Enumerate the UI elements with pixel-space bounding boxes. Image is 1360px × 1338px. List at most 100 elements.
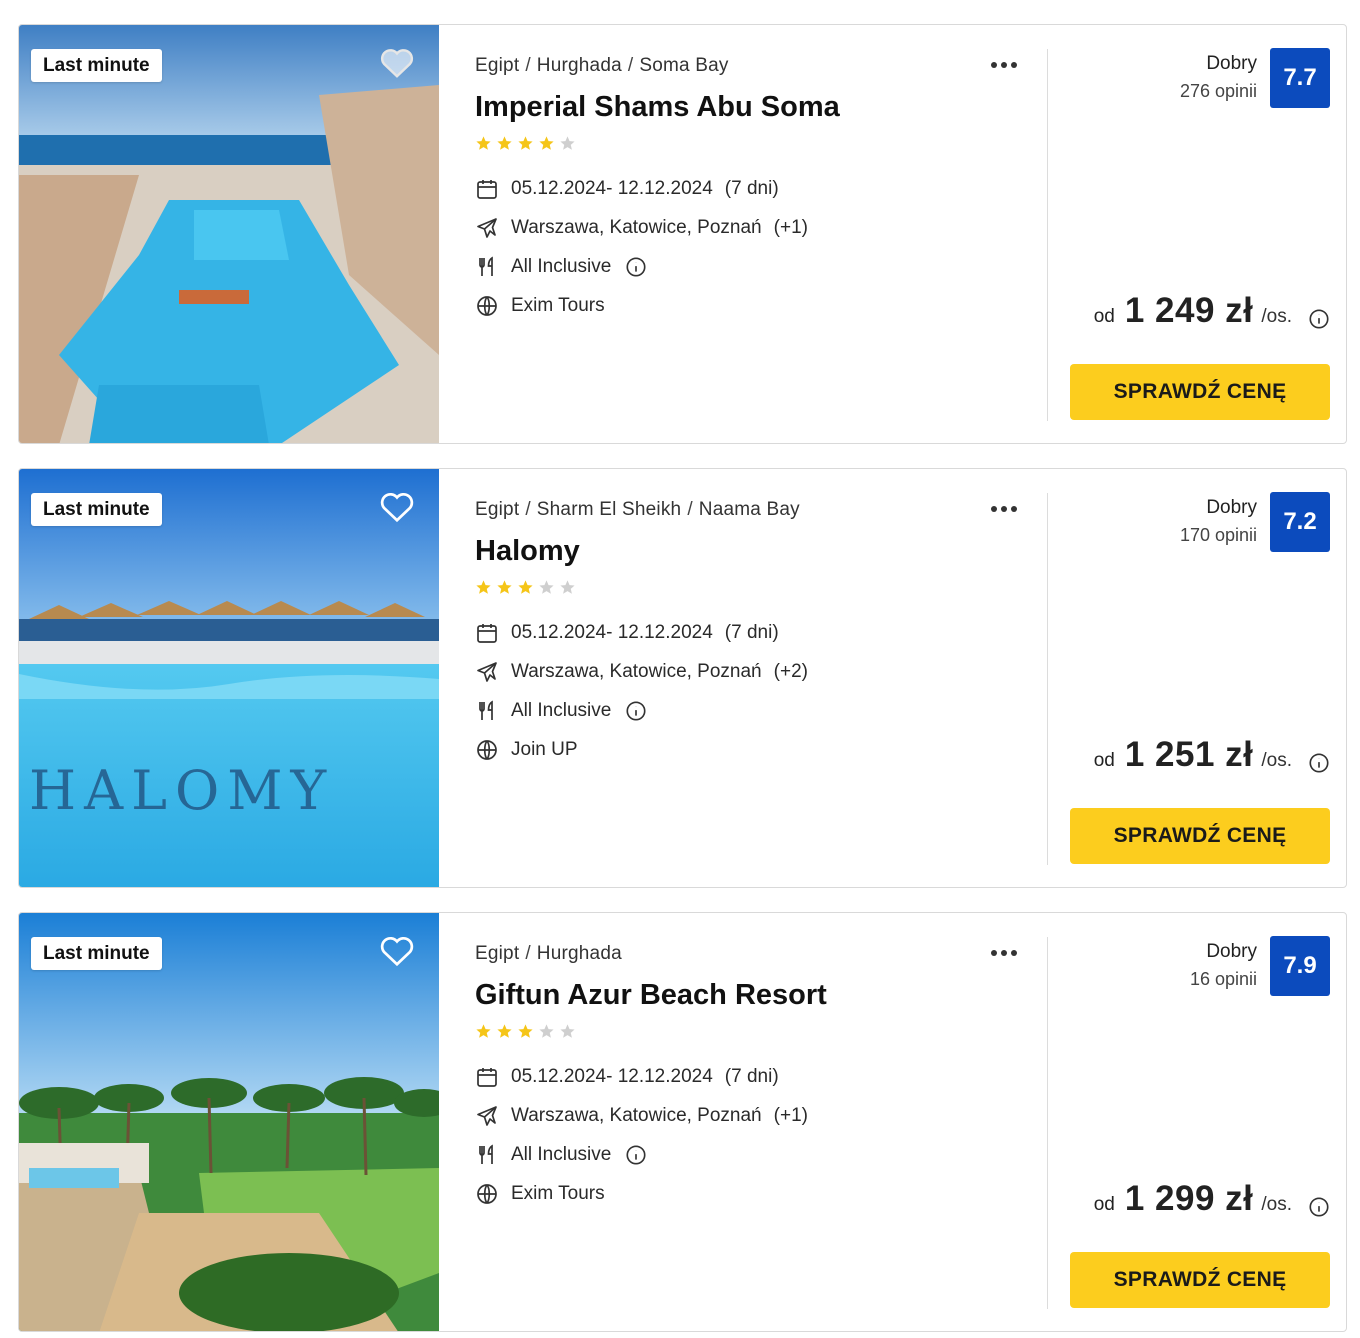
price-amount: 1 249 zł bbox=[1124, 291, 1254, 330]
breadcrumb-separator: / bbox=[627, 55, 634, 76]
favorite-heart-icon[interactable] bbox=[379, 489, 415, 523]
price-prefix: od bbox=[1093, 306, 1115, 327]
dates-text: 05.12.2024- 12.12.2024 bbox=[511, 1066, 713, 1087]
breadcrumb-country[interactable]: Egipt bbox=[475, 943, 519, 964]
offer-price-panel: Dobry 16 opinii 7.9 od 1 299 zł /os. SPR… bbox=[1049, 913, 1346, 1331]
hotel-photo[interactable]: HALOMY Last minute bbox=[19, 469, 439, 887]
divider bbox=[1047, 49, 1048, 421]
breadcrumb-area[interactable]: Naama Bay bbox=[699, 499, 800, 520]
offer-card[interactable]: Last minute Egipt / Hurghada / Soma Bay Impe… bbox=[18, 24, 1347, 444]
star-icon bbox=[517, 1023, 534, 1040]
more-dots-icon[interactable] bbox=[991, 943, 1021, 963]
globe-icon bbox=[475, 738, 499, 762]
hotel-name[interactable]: Halomy bbox=[475, 535, 580, 568]
hotel-photo[interactable]: Last minute bbox=[19, 913, 439, 1331]
price-unit: /os. bbox=[1261, 306, 1292, 327]
board-text: All Inclusive bbox=[511, 700, 612, 721]
breadcrumb-region[interactable]: Hurghada bbox=[537, 943, 622, 964]
info-icon[interactable] bbox=[625, 256, 647, 278]
divider bbox=[1047, 493, 1048, 865]
cutlery-icon bbox=[475, 699, 499, 723]
hotel-name[interactable]: Imperial Shams Abu Soma bbox=[475, 91, 840, 124]
breadcrumb-country[interactable]: Egipt bbox=[475, 55, 519, 76]
rating-count[interactable]: 170 opinii bbox=[1180, 525, 1257, 546]
operator-row: Exim Tours bbox=[475, 293, 605, 319]
star-icon bbox=[475, 1023, 492, 1040]
breadcrumb-separator: / bbox=[525, 55, 531, 76]
board-text: All Inclusive bbox=[511, 1144, 612, 1165]
duration-text: (7 dni) bbox=[724, 1066, 779, 1087]
departures-more[interactable]: (+2) bbox=[774, 661, 808, 683]
price: od 1 249 zł /os. bbox=[1094, 291, 1292, 331]
board-row: All Inclusive bbox=[475, 1142, 647, 1168]
breadcrumb-country[interactable]: Egipt bbox=[475, 499, 519, 520]
offer-card[interactable]: Last minute Egipt / Hurghada Giftun Azur B… bbox=[18, 912, 1347, 1332]
star-icon bbox=[538, 1023, 555, 1040]
price-amount: 1 299 zł bbox=[1124, 1179, 1254, 1218]
plane-icon bbox=[475, 216, 499, 240]
price-unit: /os. bbox=[1261, 750, 1292, 771]
price-info-icon[interactable] bbox=[1308, 308, 1330, 330]
star-icon bbox=[496, 135, 513, 152]
operator-row: Join UP bbox=[475, 737, 578, 763]
offer-info: Egipt / Hurghada Giftun Azur Beach Resort … bbox=[475, 913, 1045, 1331]
dates-row: 05.12.2024- 12.12.2024 (7 dni) bbox=[475, 1064, 779, 1090]
check-price-button[interactable]: SPRAWDŹ CENĘ bbox=[1070, 364, 1330, 420]
departures-more[interactable]: (+1) bbox=[774, 1105, 808, 1127]
star-icon bbox=[475, 135, 492, 152]
favorite-heart-icon[interactable] bbox=[379, 45, 415, 79]
more-dots-icon[interactable] bbox=[991, 55, 1021, 75]
check-price-button[interactable]: SPRAWDŹ CENĘ bbox=[1070, 808, 1330, 864]
departures-text: Warszawa, Katowice, Poznań bbox=[511, 661, 762, 682]
price-prefix: od bbox=[1093, 750, 1115, 771]
star-icon bbox=[538, 135, 555, 152]
price-unit: /os. bbox=[1261, 1194, 1292, 1215]
operator-row: Exim Tours bbox=[475, 1181, 605, 1207]
info-icon[interactable] bbox=[625, 1144, 647, 1166]
offer-card[interactable]: HALOMY Last minute Egipt / Sharm El Sheikh… bbox=[18, 468, 1347, 888]
hotel-photo[interactable]: Last minute bbox=[19, 25, 439, 443]
breadcrumb-separator: / bbox=[687, 499, 693, 520]
rating-count[interactable]: 16 opinii bbox=[1190, 969, 1257, 990]
plane-icon bbox=[475, 1104, 499, 1128]
price-info-icon[interactable] bbox=[1308, 752, 1330, 774]
board-row: All Inclusive bbox=[475, 254, 647, 280]
breadcrumb-area[interactable]: Soma Bay bbox=[639, 55, 728, 76]
favorite-heart-icon[interactable] bbox=[379, 933, 415, 967]
price-info-icon[interactable] bbox=[1308, 1196, 1330, 1218]
departures-row: Warszawa, Katowice, Poznań (+1) bbox=[475, 1103, 808, 1129]
last-minute-badge: Last minute bbox=[31, 937, 162, 970]
offer-info: Egipt / Hurghada / Soma Bay Imperial Shams A… bbox=[475, 25, 1045, 443]
hotel-name[interactable]: Giftun Azur Beach Resort bbox=[475, 979, 827, 1012]
operator-text: Exim Tours bbox=[511, 1183, 605, 1204]
rating-score: 7.2 bbox=[1270, 492, 1330, 552]
rating-score: 7.9 bbox=[1270, 936, 1330, 996]
star-icon bbox=[517, 135, 534, 152]
check-price-button[interactable]: SPRAWDŹ CENĘ bbox=[1070, 1252, 1330, 1308]
price-prefix: od bbox=[1093, 1194, 1115, 1215]
last-minute-badge: Last minute bbox=[31, 493, 162, 526]
rating-count[interactable]: 276 opinii bbox=[1180, 81, 1257, 102]
board-text: All Inclusive bbox=[511, 256, 612, 277]
plane-icon bbox=[475, 660, 499, 684]
hotel-stars bbox=[475, 135, 580, 153]
star-icon bbox=[559, 1023, 576, 1040]
departures-more[interactable]: (+1) bbox=[774, 217, 808, 239]
dates-row: 05.12.2024- 12.12.2024 (7 dni) bbox=[475, 620, 779, 646]
breadcrumb-separator: / bbox=[525, 943, 531, 964]
rating-label: Dobry bbox=[1206, 941, 1257, 962]
cutlery-icon bbox=[475, 1143, 499, 1167]
operator-text: Join UP bbox=[511, 739, 578, 760]
breadcrumb-region[interactable]: Sharm El Sheikh bbox=[537, 499, 682, 520]
price: od 1 251 zł /os. bbox=[1094, 735, 1292, 775]
more-dots-icon[interactable] bbox=[991, 499, 1021, 519]
info-icon[interactable] bbox=[625, 700, 647, 722]
divider bbox=[1047, 937, 1048, 1309]
calendar-icon bbox=[475, 177, 499, 201]
rating-score: 7.7 bbox=[1270, 48, 1330, 108]
breadcrumb-region[interactable]: Hurghada bbox=[537, 55, 622, 76]
duration-text: (7 dni) bbox=[724, 178, 779, 199]
departures-text: Warszawa, Katowice, Poznań bbox=[511, 1105, 762, 1126]
star-icon bbox=[559, 579, 576, 596]
hotel-stars bbox=[475, 579, 580, 597]
